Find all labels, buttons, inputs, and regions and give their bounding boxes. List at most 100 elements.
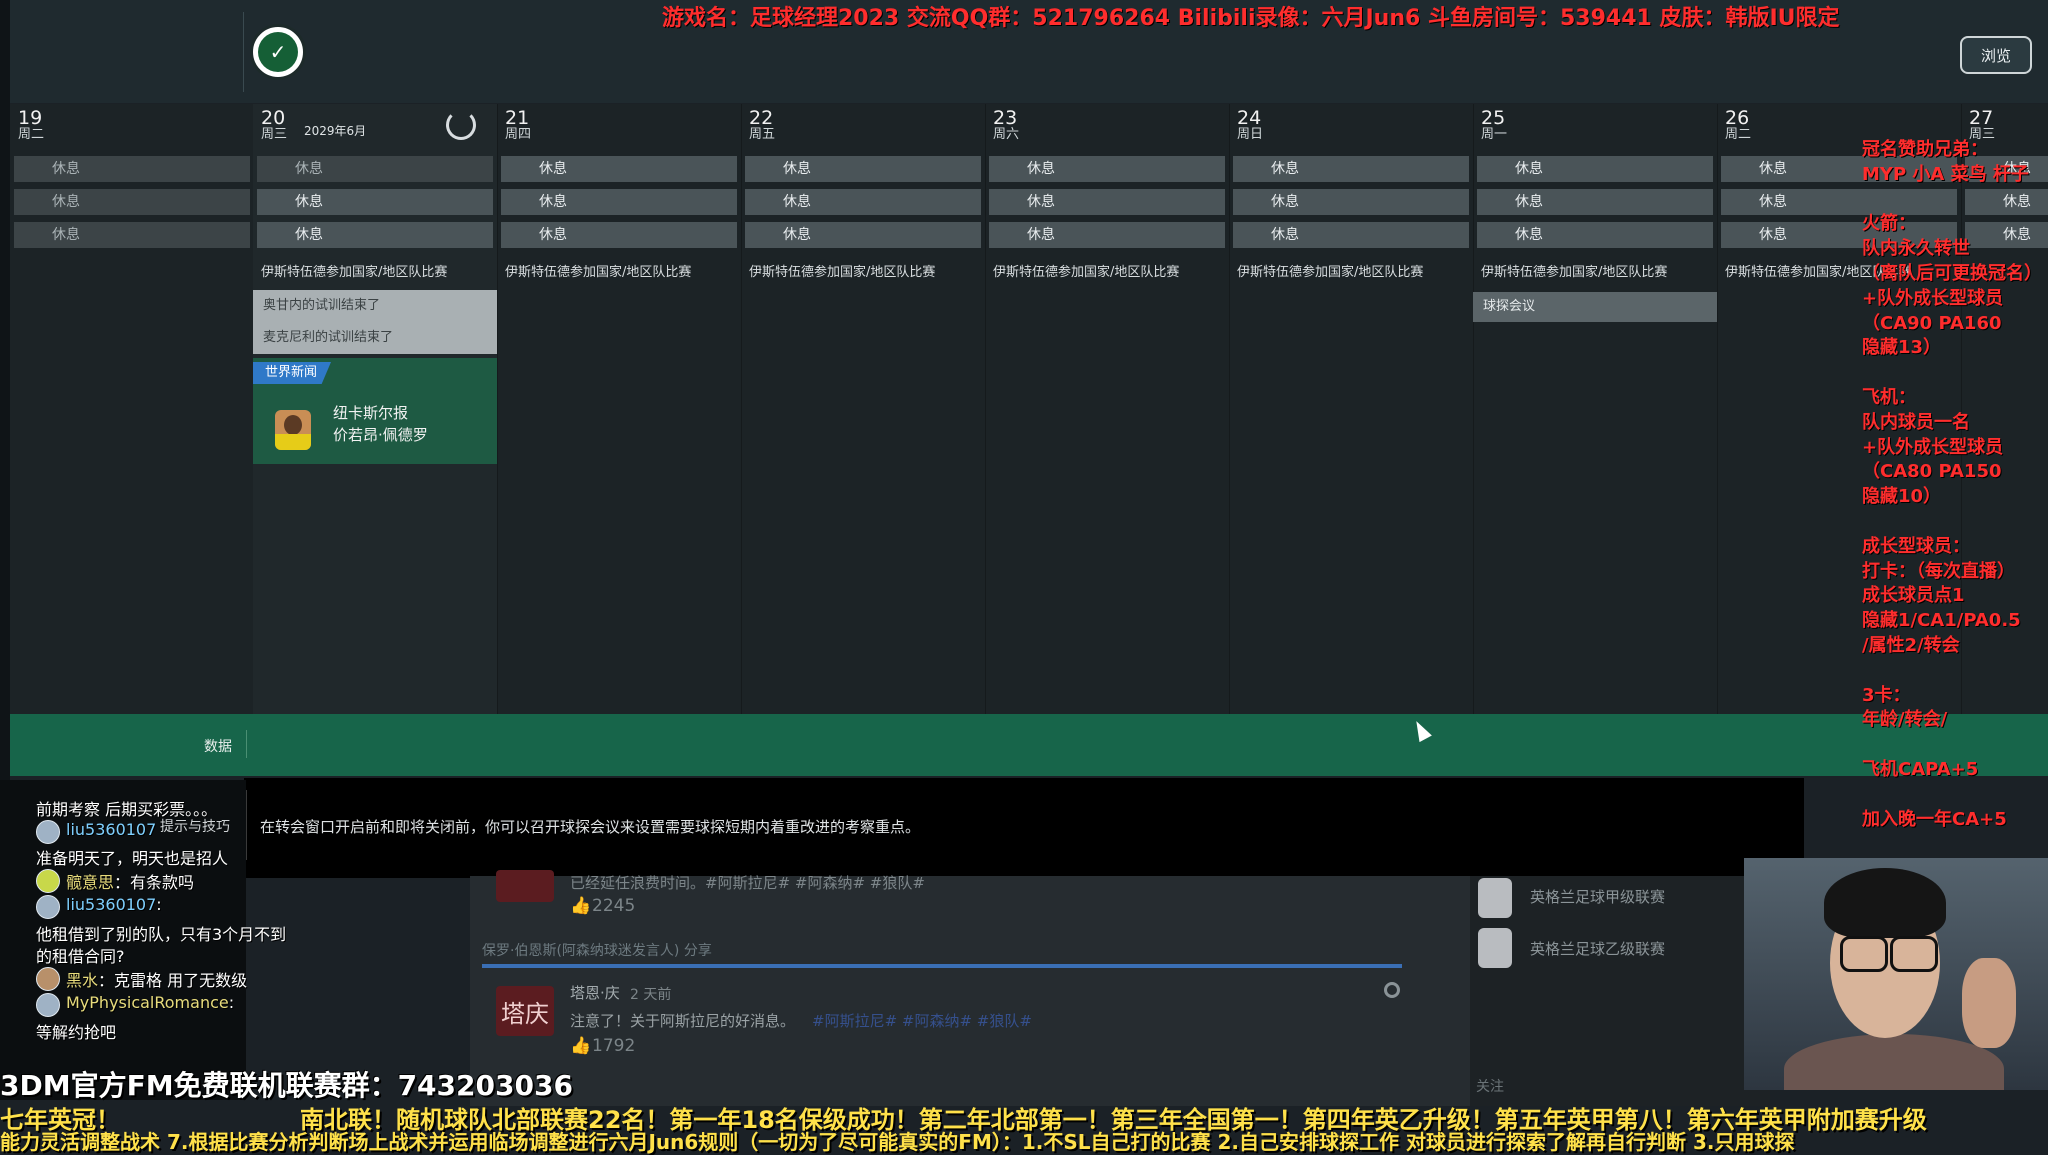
day-header: 21 周四 xyxy=(505,108,531,142)
chat-message: liu5360107: xyxy=(66,895,162,914)
day-header: 23 周六 xyxy=(993,108,1019,142)
training-slot[interactable]: 休息 xyxy=(14,156,250,182)
day-weekday: 周三 xyxy=(261,127,288,142)
post-text: 已经延任浪费时间。#阿斯拉尼# #阿森纳# #狼队# xyxy=(570,874,925,892)
thumbs-up-icon[interactable]: 👍 xyxy=(570,896,591,916)
day-column-23[interactable]: 23 周六 休息 休息 休息 伊斯特伍德参加国家/地区队比赛 xyxy=(985,104,1230,714)
follow-label[interactable]: 关注 xyxy=(1476,1076,1504,1096)
training-slot[interactable]: 休息 xyxy=(1477,156,1713,182)
glasses-icon xyxy=(1890,936,1938,972)
training-slot[interactable]: 休息 xyxy=(1477,189,1713,215)
match-event[interactable]: 伊斯特伍德参加国家/地区队比赛 xyxy=(497,260,749,286)
post-avatar xyxy=(496,870,554,902)
training-slot[interactable]: 休息 xyxy=(257,189,493,215)
chat-line: 的租借合同? xyxy=(36,947,125,966)
chat-avatar-icon xyxy=(36,820,60,844)
day-number: 26 xyxy=(1725,107,1750,129)
scout-meeting-event[interactable]: 球探会议 xyxy=(1473,292,1717,322)
league-name[interactable]: 英格兰足球甲级联赛 xyxy=(1530,886,1665,907)
chat-username: liu5360107 xyxy=(66,820,157,839)
training-slot[interactable]: 休息 xyxy=(745,189,981,215)
chat-text: : xyxy=(156,895,162,914)
day-number: 22 xyxy=(749,107,774,129)
training-slot[interactable]: 休息 xyxy=(745,222,981,248)
chat-avatar-icon xyxy=(36,967,60,991)
day-weekday: 周六 xyxy=(993,127,1020,142)
post-tags[interactable]: #阿斯拉尼# #阿森纳# #狼队# xyxy=(812,1010,1032,1031)
news-card[interactable]: 世界新闻 纽卡斯尔报 价若昂·佩德罗 xyxy=(253,358,497,464)
training-slot[interactable]: 休息 xyxy=(14,189,250,215)
data-divider xyxy=(246,730,247,758)
trial-ended-event[interactable]: 麦克尼利的试训结束了 xyxy=(253,322,497,354)
left-gutter xyxy=(0,0,10,780)
training-slot[interactable]: 休息 xyxy=(745,156,981,182)
stream-title-overlay: 游戏名：足球经理2023 交流QQ群：521796264 Bilibili录像：… xyxy=(662,6,1840,31)
day-number: 24 xyxy=(1237,107,1262,129)
loading-spinner-icon xyxy=(446,110,476,140)
training-slot[interactable]: 休息 xyxy=(14,222,250,248)
streamer-hair xyxy=(1824,868,1946,938)
sponsor-notes-overlay: 冠名赞助兄弟： MYP 小A 菜鸟 杆子 火箭： 队内永久转世 （离队后可更换冠… xyxy=(1862,139,2042,904)
training-slot[interactable]: 休息 xyxy=(989,222,1225,248)
training-slot[interactable]: 休息 xyxy=(501,222,737,248)
glasses-icon xyxy=(1840,936,1888,972)
avatar-shirt xyxy=(275,434,311,450)
browse-button[interactable]: 浏览 xyxy=(1960,36,2032,74)
training-slot[interactable]: 休息 xyxy=(1233,222,1469,248)
chat-avatar-icon xyxy=(36,869,60,893)
post-likes: 1792 xyxy=(592,1036,636,1056)
day-number: 20 xyxy=(261,107,286,129)
day-weekday: 周一 xyxy=(1481,127,1508,142)
chat-message: 黑水：克雷格 用了无数级 xyxy=(66,967,247,991)
day-number: 19 xyxy=(18,107,43,129)
day-header: 26 周二 xyxy=(1725,108,1751,142)
chat-line: 准备明天了，明天也是招人 xyxy=(36,849,229,868)
chat-text: ：克雷格 用了无数级 xyxy=(98,971,248,990)
topbar-divider xyxy=(243,12,244,92)
day-weekday: 周日 xyxy=(1237,127,1264,142)
post-time: 2 天前 xyxy=(630,987,672,1003)
post-avatar: 塔庆 xyxy=(496,986,554,1036)
training-slot[interactable]: 休息 xyxy=(257,156,493,182)
chat-username: MyPhysicalRomance xyxy=(66,993,229,1012)
day-column-21[interactable]: 21 周四 休息 休息 休息 伊斯特伍德参加国家/地区队比赛 xyxy=(497,104,742,714)
tip-divider xyxy=(246,790,247,860)
match-event[interactable]: 伊斯特伍德参加国家/地区队比赛 xyxy=(985,260,1237,286)
training-slot[interactable]: 休息 xyxy=(1477,222,1713,248)
day-column-22[interactable]: 22 周五 休息 休息 休息 伊斯特伍德参加国家/地区队比赛 xyxy=(741,104,986,714)
day-column-25[interactable]: 25 周一 休息 休息 休息 伊斯特伍德参加国家/地区队比赛 xyxy=(1473,104,1718,714)
gear-icon[interactable] xyxy=(1384,982,1400,998)
thumbs-up-icon[interactable]: 👍 xyxy=(570,1036,591,1056)
training-slot[interactable]: 休息 xyxy=(501,189,737,215)
match-event[interactable]: 伊斯特伍德参加国家/地区队比赛 xyxy=(1229,260,1481,286)
tip-text: 在转会窗口开启前和即将关闭前，你可以召开球探会议来设置需要球探短期内着重改进的考… xyxy=(260,818,921,836)
match-event[interactable]: 伊斯特伍德参加国家/地区队比赛 xyxy=(1473,260,1725,286)
trial-ended-event[interactable]: 奥甘内的试训结束了 xyxy=(253,290,497,322)
share-line: 保罗·伯恩斯(阿森纳球迷发言人) 分享 xyxy=(482,943,712,959)
club-crest-icon[interactable]: ✓ xyxy=(250,24,306,80)
training-slot[interactable]: 休息 xyxy=(989,189,1225,215)
chat-message: 髋意思：有条款吗 xyxy=(66,869,194,893)
day-header: 19 周二 xyxy=(18,108,44,142)
training-slot[interactable]: 休息 xyxy=(1233,156,1469,182)
chat-text: : xyxy=(228,993,235,1012)
chat-username: 髋意思 xyxy=(66,873,115,892)
chat-message: MyPhysicalRomance: xyxy=(66,993,234,1012)
post-author[interactable]: 塔恩·庆 xyxy=(570,982,620,1003)
training-slot[interactable]: 休息 xyxy=(257,222,493,248)
day-column-24[interactable]: 24 周日 休息 休息 休息 伊斯特伍德参加国家/地区队比赛 xyxy=(1229,104,1474,714)
streamer-hand xyxy=(1962,958,2016,1048)
match-event[interactable]: 伊斯特伍德参加国家/地区队比赛 xyxy=(741,260,993,286)
qq-group-banner: 3DM官方FM免费联机联赛群：743203036 xyxy=(0,1069,573,1102)
rules-banner: 能力灵活调整战术 7.根据比赛分析判断场上战术并运用临场调整进行六月Jun6规则… xyxy=(0,1130,1795,1154)
training-slot[interactable]: 休息 xyxy=(1233,189,1469,215)
chat-line: 他租借到了别的队，只有3个月不到 xyxy=(36,925,287,944)
match-event[interactable]: 伊斯特伍德参加国家/地区队比赛 xyxy=(253,260,505,286)
league-name[interactable]: 英格兰足球乙级联赛 xyxy=(1530,938,1665,959)
day-column-19[interactable]: 19 周二 休息 休息 休息 xyxy=(10,104,254,714)
training-slot[interactable]: 休息 xyxy=(989,156,1225,182)
data-tab[interactable]: 数据 xyxy=(204,736,232,756)
chat-username: liu5360107 xyxy=(66,895,157,914)
chat-avatar-icon xyxy=(36,993,60,1017)
training-slot[interactable]: 休息 xyxy=(501,156,737,182)
